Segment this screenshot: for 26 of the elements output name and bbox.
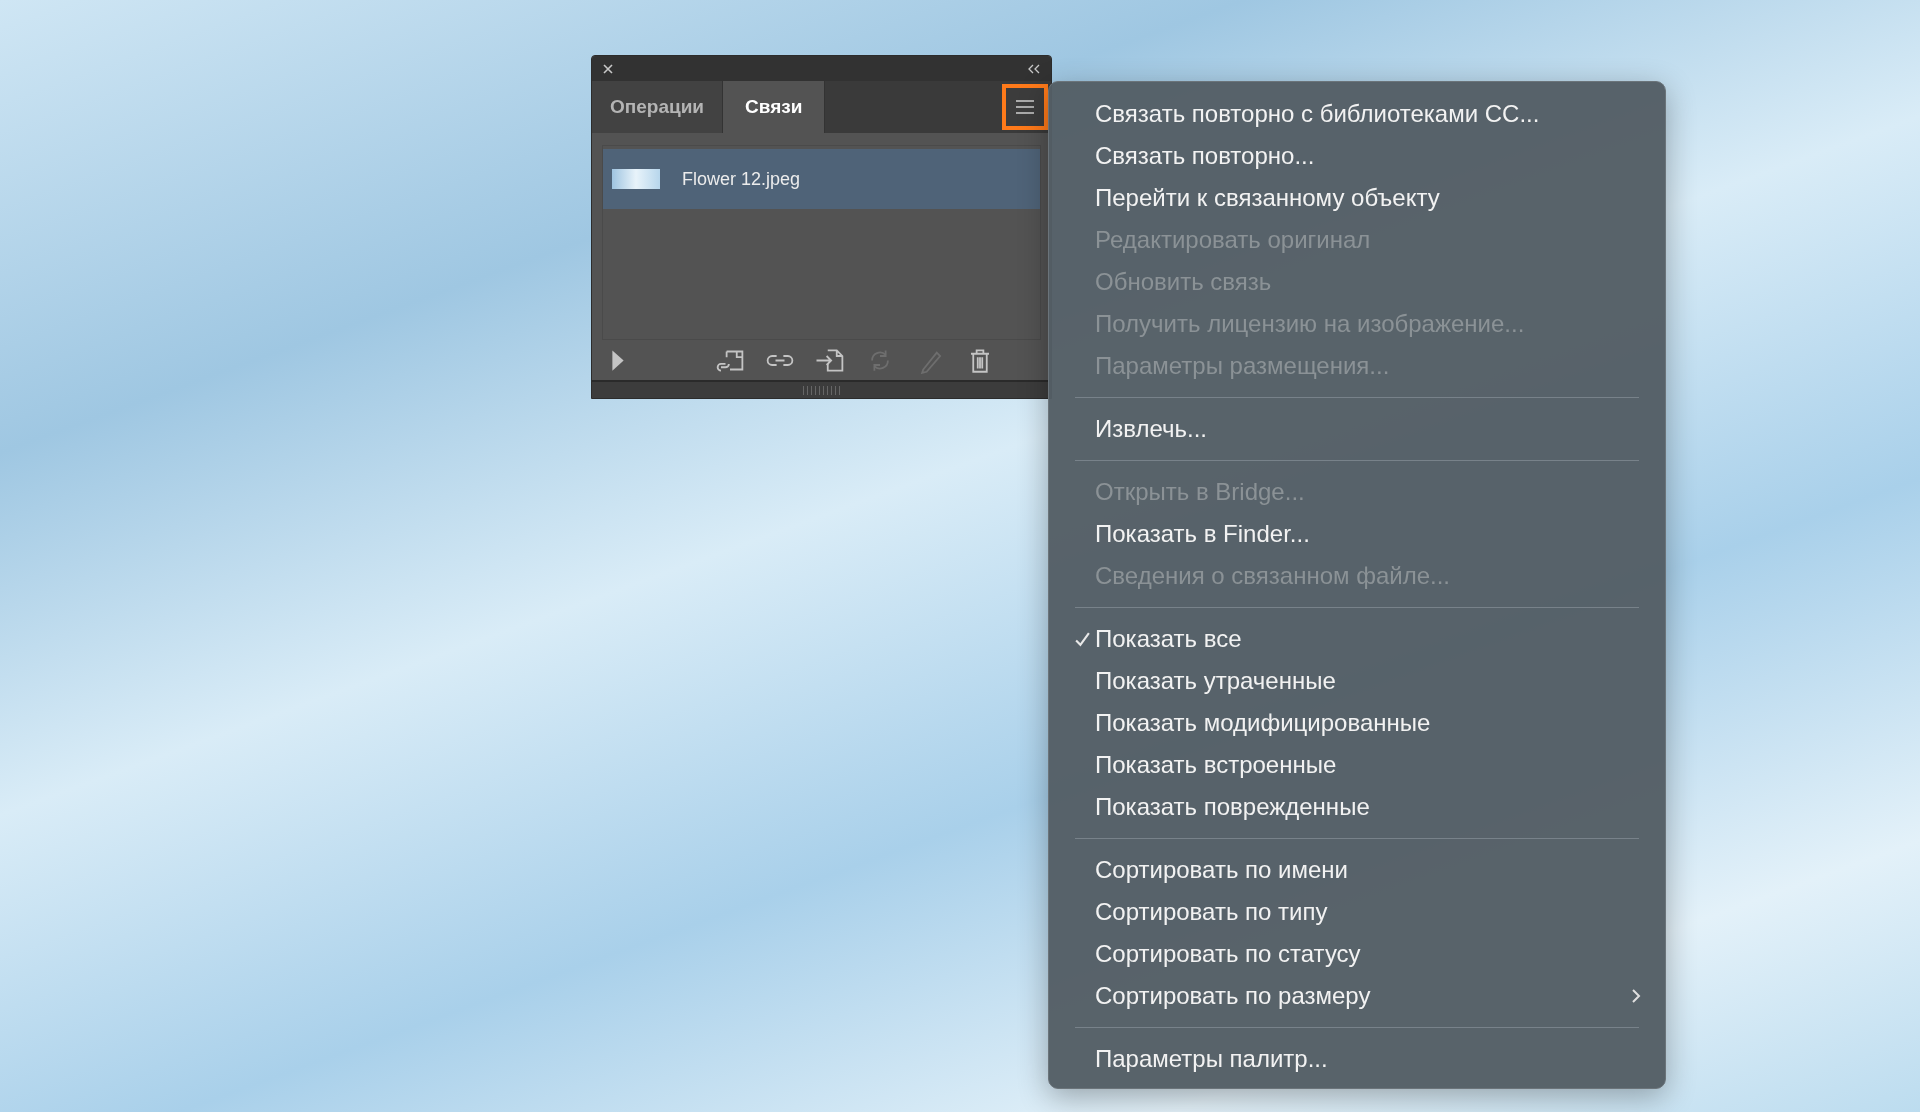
menu-icon xyxy=(1015,99,1035,115)
menu-item[interactable]: Сортировать по статусу xyxy=(1049,933,1665,975)
menu-item[interactable]: Показать модифицированные xyxy=(1049,702,1665,744)
menu-item[interactable]: Параметры палитр... xyxy=(1049,1038,1665,1080)
menu-item[interactable]: Показать утраченные xyxy=(1049,660,1665,702)
menu-item[interactable]: Извлечь... xyxy=(1049,408,1665,450)
menu-item[interactable]: Связать повторно... xyxy=(1049,135,1665,177)
image-thumbnail xyxy=(612,169,660,189)
resize-grip[interactable] xyxy=(802,385,841,395)
panel-tab[interactable]: Операции xyxy=(592,81,724,133)
menu-item[interactable]: Перейти к связанному объекту xyxy=(1049,177,1665,219)
menu-item[interactable]: Сортировать по имени xyxy=(1049,849,1665,891)
menu-item[interactable]: Показать встроенные xyxy=(1049,744,1665,786)
menu-item[interactable]: Показать в Finder... xyxy=(1049,513,1665,555)
menu-item[interactable]: Показать все xyxy=(1049,618,1665,660)
menu-item[interactable]: Сортировать по типу xyxy=(1049,891,1665,933)
panel-tab[interactable]: Связи xyxy=(723,81,826,133)
menu-item[interactable]: Показать поврежденные xyxy=(1049,786,1665,828)
link-name: Flower 12.jpeg xyxy=(682,168,801,190)
menu-item[interactable]: Сортировать по размеру xyxy=(1049,975,1665,1017)
close-icon[interactable] xyxy=(602,62,614,75)
menu-item[interactable]: Связать повторно с библиотеками CC... xyxy=(1049,93,1665,135)
collapse-icon[interactable] xyxy=(1027,63,1041,74)
link-row[interactable]: Flower 12.jpeg xyxy=(603,149,1040,209)
arrow-into-page-icon[interactable] xyxy=(814,346,846,374)
panel-menu-button[interactable] xyxy=(1002,84,1048,130)
